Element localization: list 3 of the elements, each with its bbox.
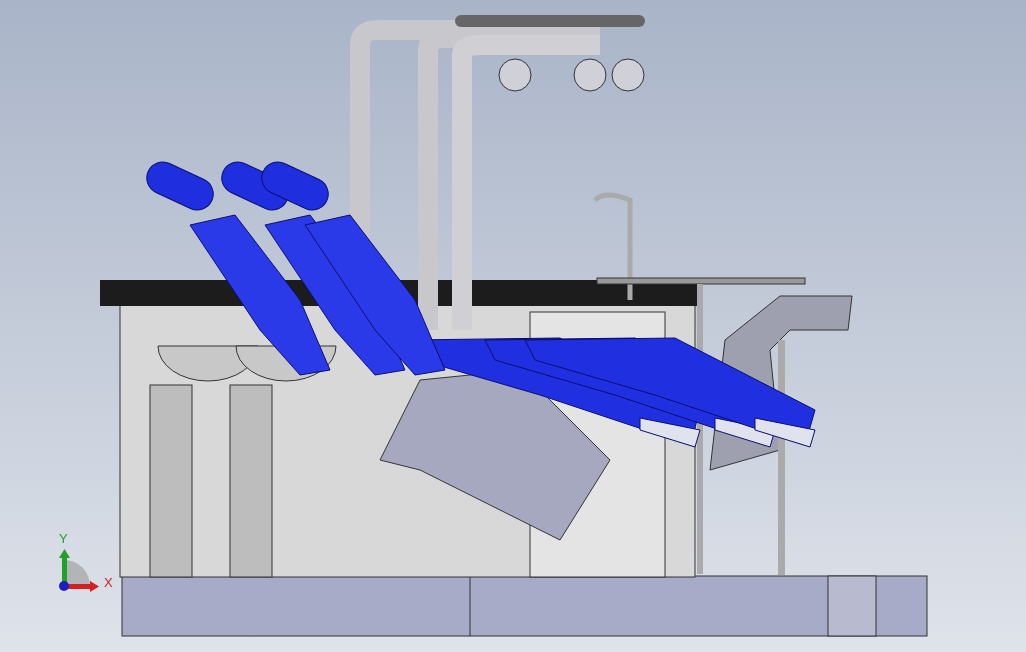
axis-triad-icon: [56, 546, 102, 592]
axis-label: X: [104, 576, 113, 589]
axis-label: Y: [59, 532, 68, 545]
